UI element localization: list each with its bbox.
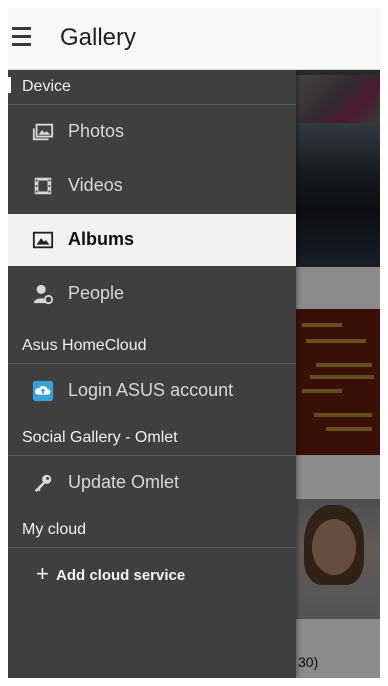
drawer-item-update-omlet[interactable]: Update Omlet bbox=[8, 457, 296, 509]
navigation-drawer: Device Photos Videos Albums People Asus … bbox=[8, 69, 296, 678]
drawer-item-albums[interactable]: Albums bbox=[8, 214, 296, 266]
screen: Gallery 30) Device Photos Videos Albums … bbox=[8, 8, 380, 678]
drawer-item-people[interactable]: People bbox=[8, 268, 296, 320]
scroll-indicator bbox=[8, 77, 11, 93]
add-cloud-service-button[interactable]: + Add cloud service bbox=[8, 551, 296, 601]
drawer-scrim[interactable] bbox=[296, 69, 380, 678]
drawer-item-login-asus[interactable]: Login ASUS account bbox=[8, 365, 296, 417]
plus-icon: + bbox=[36, 561, 49, 586]
drawer-item-videos[interactable]: Videos bbox=[8, 160, 296, 212]
key-icon bbox=[34, 474, 52, 493]
drawer-item-photos[interactable]: Photos bbox=[8, 106, 296, 158]
section-header-mycloud: My cloud bbox=[8, 512, 296, 548]
photos-icon bbox=[32, 123, 54, 141]
page-title: Gallery bbox=[60, 24, 137, 51]
section-header-homecloud: Asus HomeCloud bbox=[8, 328, 296, 364]
section-header-device: Device bbox=[8, 69, 296, 105]
menu-icon[interactable] bbox=[12, 27, 32, 49]
app-bar: Gallery bbox=[8, 8, 380, 70]
film-icon bbox=[34, 177, 52, 195]
albums-icon bbox=[32, 231, 54, 249]
cloud-upload-icon bbox=[32, 380, 54, 402]
people-icon bbox=[33, 284, 54, 305]
section-header-omlet: Social Gallery - Omlet bbox=[8, 420, 296, 456]
